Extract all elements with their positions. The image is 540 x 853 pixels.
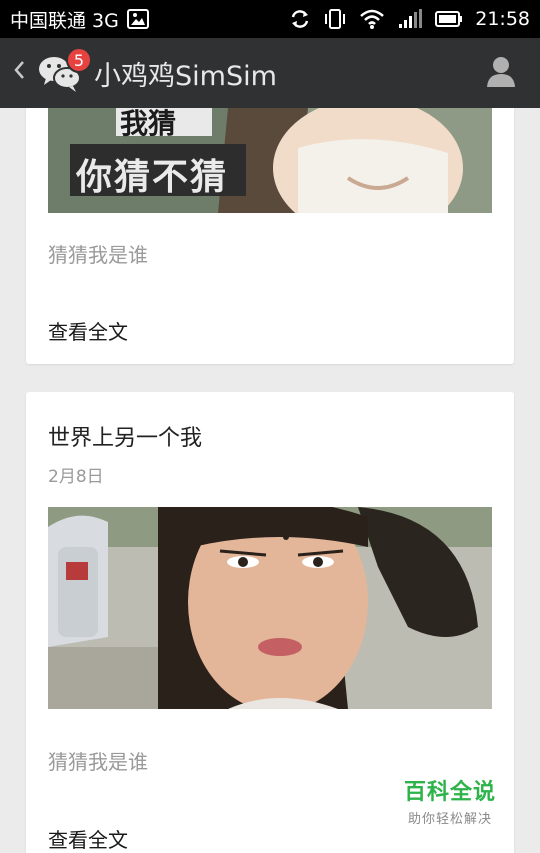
status-time: 21:58 [475, 8, 530, 30]
signal-icon [397, 8, 423, 30]
sync-icon [289, 8, 311, 30]
chevron-left-icon[interactable] [12, 58, 30, 88]
article-date: 2月8日 [48, 467, 104, 487]
carrier-label: 中国联通 3G [10, 9, 119, 32]
read-more-link[interactable]: 查看全文 [48, 824, 128, 853]
notification-badge: 5 [66, 47, 92, 73]
article-title[interactable]: 世界上另一个我 [48, 420, 202, 452]
article-description: 猜猜我是谁 [48, 243, 148, 267]
wifi-icon [359, 8, 385, 30]
image-caption-top: 我猜 [120, 108, 177, 140]
article-list[interactable]: 我猜 你猜不猜 猜猜我是谁 查看全文 世界上另一个我 2月8日 猜猜我是谁 查看… [0, 108, 540, 853]
read-more-link[interactable]: 查看全文 [48, 316, 128, 345]
article-description: 猜猜我是谁 [48, 750, 148, 774]
person-icon[interactable] [486, 56, 516, 92]
watermark-sub: 助你轻松解决 [407, 812, 492, 827]
app-bar: 5 小鸡鸡SimSim [0, 38, 540, 108]
article-image[interactable]: 我猜 你猜不猜 [48, 108, 492, 213]
article-card[interactable]: 我猜 你猜不猜 猜猜我是谁 查看全文 [26, 108, 514, 364]
vibrate-icon [323, 8, 347, 30]
image-caption: 你猜不猜 [76, 157, 229, 198]
status-bar: 中国联通 3G 21:58 [0, 0, 540, 38]
watermark-main: 百科全说 [403, 780, 496, 805]
watermark-logo: 百科全说 助你轻松解决 [404, 774, 496, 827]
image-icon [126, 9, 149, 29]
wechat-icon[interactable]: 5 [36, 47, 92, 95]
page-title: 小鸡鸡SimSim [94, 60, 277, 92]
article-image[interactable] [48, 507, 492, 709]
battery-icon [435, 10, 463, 28]
